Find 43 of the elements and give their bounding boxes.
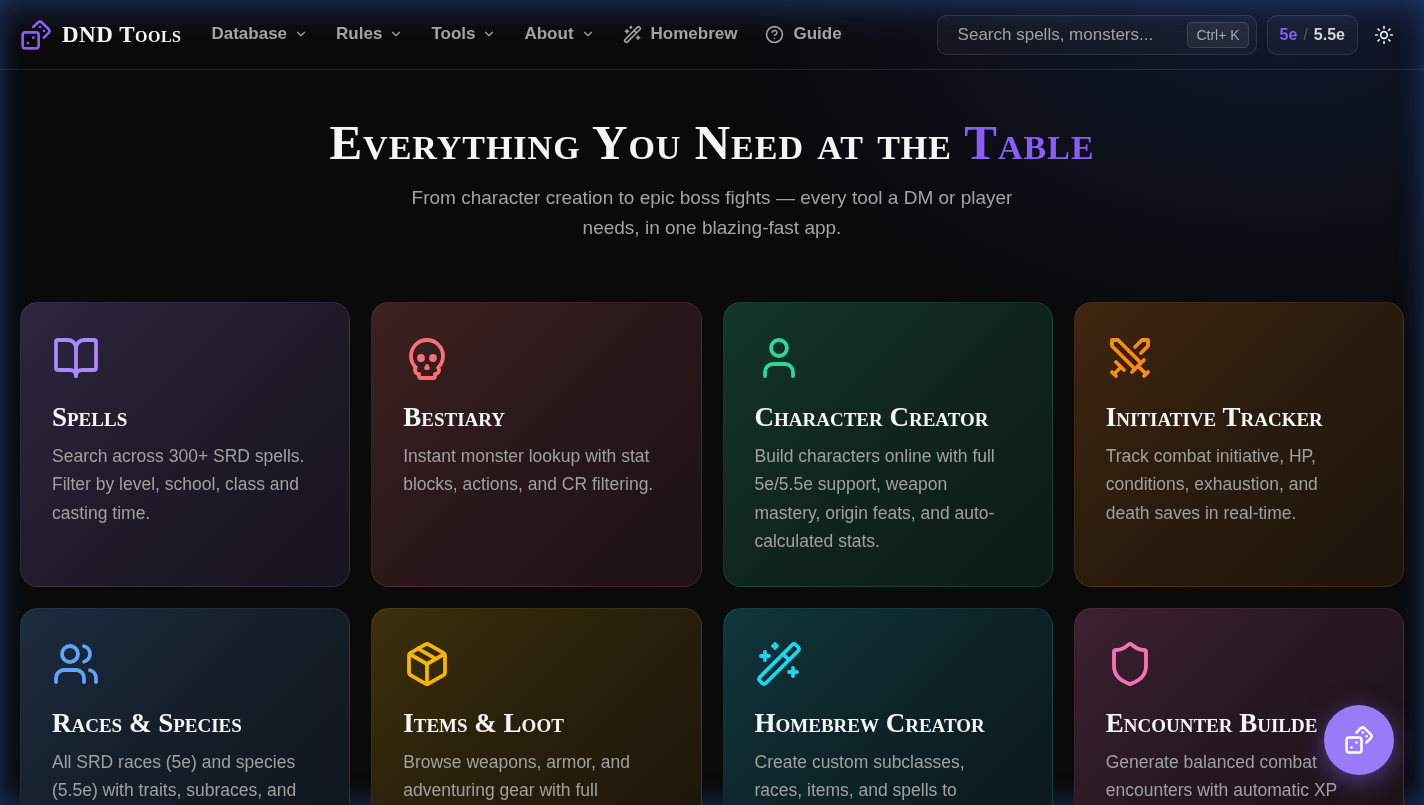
dice-icon (1344, 725, 1374, 755)
feature-card[interactable]: Encounter Builde Generate balanced combat encounters with automatic XP (1073, 607, 1404, 805)
card-title: Character Creator (754, 401, 989, 433)
version-option[interactable]: 5e (1279, 26, 1298, 43)
nav-menu[interactable]: Rules (336, 24, 404, 45)
card-description: Build characters online with full 5e/5.5e support, weapon mastery, origin feats, and auto-calculated stats. (754, 444, 996, 554)
feature-card[interactable]: Character Creator Build characters online with full 5e/5.5e support, weapon mastery, origin feats, and auto-calculated stats. (722, 301, 1053, 587)
card-title: Items & Loot (403, 707, 564, 739)
nav-link[interactable]: Guide (765, 24, 842, 45)
dice-logo-icon (20, 18, 52, 51)
hero-subtitle: From character creation to epic boss fights — every tool a DM or player needs, in one blazing-fast app. (410, 185, 1014, 240)
card-description: Instant monster lookup with stat blocks, actions, and CR filtering. (403, 444, 655, 497)
nav-menu[interactable]: Tools (431, 24, 497, 45)
card-title: Homebrew Creator (754, 707, 985, 739)
shortcut-hint: Ctrl+ K (1187, 21, 1249, 48)
card-description: Browse weapons, armor, and adventuring gear with full (403, 750, 631, 803)
feature-card[interactable]: Races & Species All SRD races (5e) and species (5.5e) with traits, subraces, and (20, 607, 351, 805)
brand-name[interactable]: DND Tools (62, 23, 182, 46)
card-description: All SRD races (5e) and species (5.5e) with traits, subraces, and (52, 750, 298, 803)
version-option[interactable]: 5.5e (1313, 26, 1345, 43)
card-description: Track combat initiative, HP, conditions, exhaustion, and death saves in real-time. (1105, 444, 1319, 525)
magic-wand-icon (622, 25, 642, 44)
nav-menu[interactable]: About (524, 24, 595, 45)
card-description: Create custom subclasses, races, items, and spells to (754, 750, 966, 803)
card-title: Races & Species (52, 707, 242, 739)
feature-card[interactable]: Bestiary Instant monster lookup with stat blocks, actions, and CR filtering. (371, 301, 702, 587)
version-separator: / (1303, 26, 1308, 43)
theme-toggle-button[interactable] (1374, 24, 1394, 45)
feature-card[interactable]: Homebrew Creator Create custom subclasses, races, items, and spells to (722, 607, 1053, 805)
feature-card[interactable]: Items & Loot Browse weapons, armor, and adventuring gear with full (371, 607, 702, 805)
card-title: Bestiary (403, 401, 506, 433)
hero-title: Everything You Need at the Table (328, 114, 1096, 172)
nav-menu[interactable]: Database (211, 24, 309, 45)
feature-card[interactable]: Spells Search across 300+ SRD spells. Filter by level, school, class and casting time. (20, 301, 351, 587)
card-description: Generate balanced combat encounters with automatic XP (1105, 750, 1339, 803)
sun-icon (1374, 24, 1394, 45)
feature-card[interactable]: Initiative Tracker Track combat initiative, HP, conditions, exhaustion, and death saves in real-time. (1073, 301, 1404, 587)
card-title: Spells (52, 401, 128, 433)
card-title: Initiative Tracker (1105, 401, 1323, 433)
help-icon (765, 25, 785, 44)
card-description: Search across 300+ SRD spells. Filter by level, school, class and casting time. (52, 444, 306, 525)
card-title: Encounter Builde (1105, 707, 1318, 739)
nav-link[interactable]: Homebrew (622, 24, 738, 45)
